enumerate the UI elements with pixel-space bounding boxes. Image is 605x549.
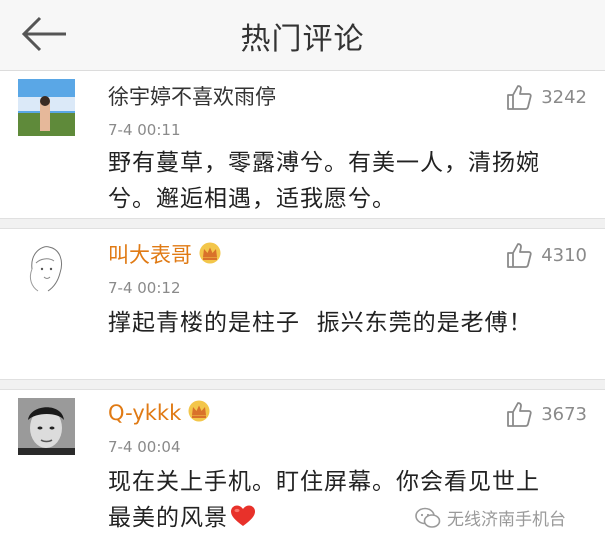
- page-title: 热门评论: [240, 22, 365, 57]
- username[interactable]: 叫大表哥: [108, 239, 222, 269]
- username[interactable]: 徐宇婷不喜欢雨停: [108, 81, 276, 111]
- watermark-text: 无线济南手机台: [447, 510, 566, 530]
- like-button[interactable]: 3673: [505, 400, 587, 428]
- vip-crown-icon: [198, 242, 222, 264]
- comment-text: 撑起青楼的是柱子 振兴东莞的是老傅！: [108, 305, 588, 341]
- like-count: 4310: [541, 244, 587, 266]
- comment-time: 7-4 00:04: [108, 438, 181, 456]
- username-text: Q-ykkk: [108, 401, 182, 425]
- comment-time: 7-4 00:11: [108, 121, 181, 139]
- comment-text: 野有蔓草，零露溥兮。有美一人，清扬婉 兮。邂逅相遇，适我愿兮。: [108, 145, 588, 217]
- comment-line: 最美的风景: [108, 505, 228, 531]
- like-button[interactable]: 3242: [505, 83, 587, 111]
- like-count: 3242: [541, 86, 587, 108]
- like-count: 3673: [541, 403, 587, 425]
- avatar[interactable]: [18, 398, 75, 455]
- comment-line: 兮。邂逅相遇，适我愿兮。: [108, 186, 396, 212]
- divider: [0, 379, 605, 390]
- thumbs-up-icon: [507, 402, 532, 427]
- portrait-avatar-image: [18, 398, 75, 455]
- username[interactable]: Q-ykkk: [108, 400, 211, 425]
- comment-line: 野有蔓草，零露溥兮。有美一人，清扬婉: [108, 150, 540, 176]
- comment-line: 现在关上手机。盯住屏幕。你会看见世上: [108, 469, 540, 495]
- divider: [0, 218, 605, 229]
- vip-crown-icon: [187, 400, 211, 422]
- watermark: 无线济南手机台: [415, 505, 566, 530]
- comment-item: 徐宇婷不喜欢雨停 7-4 00:11 3242 野有蔓草，零露溥兮。有美一人，清…: [0, 71, 605, 218]
- top-bar: 热门评论: [0, 0, 605, 71]
- comment-item: 叫大表哥 7-4 00:12 4310 撑起青楼的是柱子 振兴东莞的是老傅！: [0, 229, 605, 379]
- landscape-avatar-image: [18, 79, 75, 136]
- like-button[interactable]: 4310: [505, 241, 587, 269]
- avatar[interactable]: [18, 239, 75, 296]
- comment-time: 7-4 00:12: [108, 279, 181, 297]
- avatar[interactable]: [18, 79, 75, 136]
- heart-emoji-icon: [230, 503, 256, 527]
- wechat-icon: [415, 507, 441, 528]
- thumbs-up-icon: [507, 243, 532, 268]
- thumbs-up-icon: [507, 85, 532, 110]
- sketch-girl-avatar-image: [18, 239, 75, 296]
- username-text: 叫大表哥: [108, 243, 192, 267]
- comment-line: 撑起青楼的是柱子 振兴东莞的是老傅！: [108, 310, 533, 336]
